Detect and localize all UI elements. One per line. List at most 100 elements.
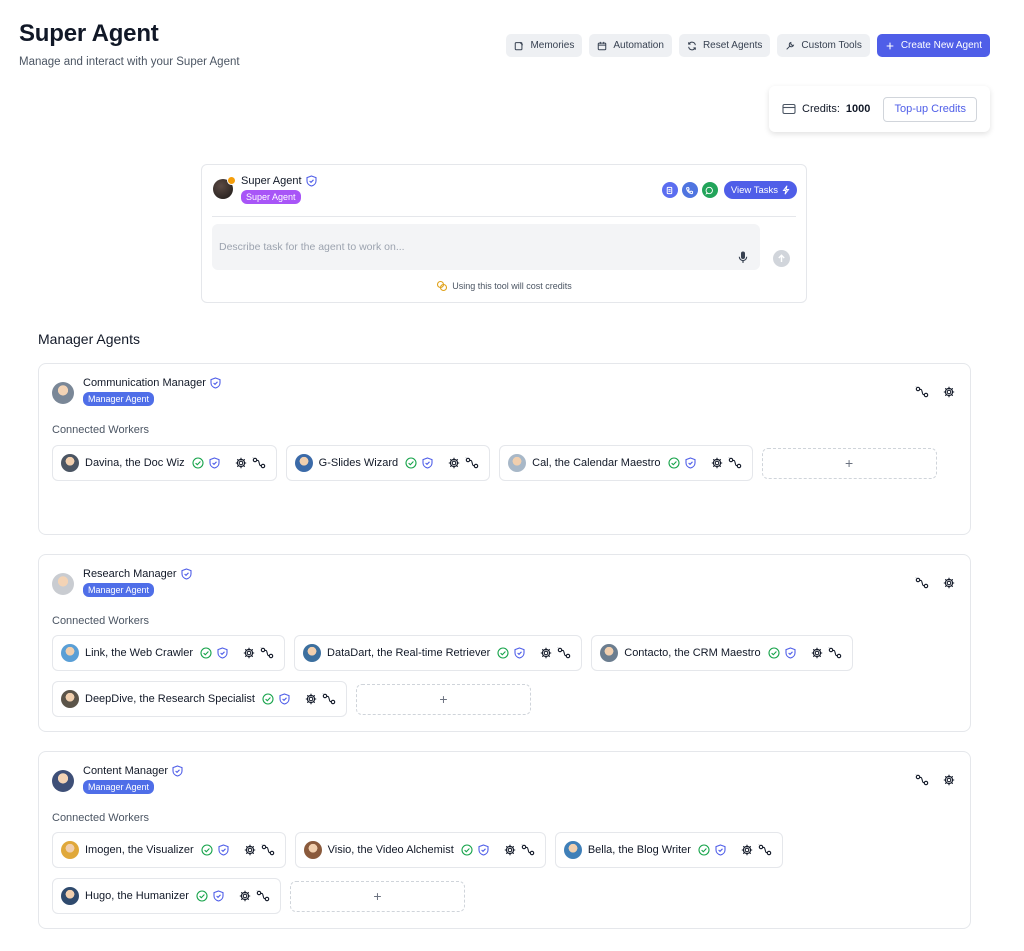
add-worker-button[interactable]: +	[761, 447, 937, 479]
status-check-icon	[667, 457, 680, 469]
workflow-icon[interactable]	[915, 577, 929, 589]
credits-value: 1000	[845, 103, 871, 115]
task-input[interactable]	[212, 224, 760, 270]
settings-gear-icon[interactable]	[305, 693, 317, 705]
lightning-icon	[782, 185, 790, 195]
worker-list: Davina, the Doc Wiz G-Slides Wizard Cal, t…	[52, 445, 957, 481]
worker-chip[interactable]: G-Slides Wizard	[285, 445, 491, 481]
worker-chip[interactable]: Contacto, the CRM Maestro	[591, 635, 853, 671]
manager-name-row: Communication Manager	[83, 377, 221, 389]
view-tasks-label: View Tasks	[730, 184, 778, 196]
arrow-up-icon	[778, 254, 785, 262]
settings-gear-icon[interactable]	[504, 844, 516, 856]
verified-shield-icon	[210, 377, 221, 389]
workflow-icon[interactable]	[915, 386, 929, 398]
workflow-icon[interactable]	[727, 457, 742, 469]
refresh-icon	[688, 41, 696, 50]
automation-button[interactable]: Automation	[589, 34, 672, 57]
reset-agents-label: Reset Agents	[702, 40, 763, 51]
status-check-icon	[405, 457, 417, 469]
workflow-icon[interactable]	[915, 774, 929, 786]
settings-gear-icon[interactable]	[811, 647, 823, 659]
reset-agents-button[interactable]: Reset Agents	[678, 34, 771, 57]
page-subtitle: Manage and interact with your Super Agen…	[19, 56, 240, 68]
settings-gear-icon[interactable]	[243, 647, 255, 659]
document-channel-icon[interactable]	[661, 182, 678, 198]
manager-name-row: Research Manager	[83, 568, 192, 580]
worker-chip[interactable]: Link, the Web Crawler	[52, 635, 286, 671]
settings-gear-icon[interactable]	[943, 774, 955, 786]
worker-name: Bella, the Blog Writer	[587, 844, 691, 856]
workflow-icon[interactable]	[252, 457, 266, 469]
workflow-icon[interactable]	[828, 647, 842, 659]
verified-shield-icon	[172, 765, 183, 777]
phone-channel-icon[interactable]	[681, 182, 698, 198]
whatsapp-icon[interactable]	[701, 182, 718, 198]
add-worker-button[interactable]: +	[289, 880, 465, 912]
worker-icons	[196, 890, 270, 902]
verified-shield-icon	[785, 647, 796, 659]
settings-gear-icon[interactable]	[239, 890, 251, 902]
add-worker-button[interactable]: +	[355, 683, 531, 715]
worker-avatar	[61, 454, 79, 472]
view-tasks-button[interactable]: View Tasks	[723, 181, 797, 199]
worker-icons	[461, 844, 535, 856]
status-check-icon	[262, 693, 274, 705]
settings-gear-icon[interactable]	[540, 647, 552, 659]
worker-chip[interactable]: Hugo, the Humanizer	[52, 878, 281, 914]
verified-shield-icon	[684, 457, 696, 469]
worker-name: Contacto, the CRM Maestro	[624, 647, 761, 659]
workflow-icon[interactable]	[758, 844, 772, 856]
settings-gear-icon[interactable]	[235, 457, 247, 469]
microphone-icon[interactable]	[738, 251, 748, 264]
super-agent-name: Super Agent	[241, 175, 302, 187]
manager-name-row: Content Manager	[83, 765, 183, 777]
worker-avatar	[61, 644, 79, 662]
settings-gear-icon[interactable]	[943, 577, 955, 589]
custom-tools-button[interactable]: Custom Tools	[777, 34, 870, 57]
workflow-icon[interactable]	[521, 844, 535, 856]
worker-avatar	[61, 887, 79, 905]
workflow-icon[interactable]	[260, 647, 274, 659]
worker-chip[interactable]: Imogen, the Visualizer	[52, 832, 286, 868]
workflow-icon[interactable]	[557, 647, 571, 659]
settings-gear-icon[interactable]	[741, 844, 753, 856]
send-button[interactable]	[773, 250, 790, 267]
manager-card: Communication Manager Manager Agent Connec…	[38, 363, 971, 535]
worker-icons	[262, 693, 336, 705]
credits-panel: Credits: 1000 Top-up Credits	[769, 86, 990, 132]
create-new-agent-button[interactable]: Create New Agent	[876, 34, 990, 57]
topup-credits-button[interactable]: Top-up Credits	[883, 96, 977, 122]
settings-gear-icon[interactable]	[943, 386, 955, 398]
worker-name: Imogen, the Visualizer	[85, 844, 194, 856]
worker-name: DataDart, the Real-time Retriever	[327, 647, 491, 659]
workflow-icon[interactable]	[322, 693, 336, 705]
settings-gear-icon[interactable]	[448, 457, 460, 469]
worker-chip[interactable]: Visio, the Video Alchemist	[294, 832, 546, 868]
worker-chip[interactable]: DataDart, the Real-time Retriever	[294, 635, 583, 671]
worker-chip[interactable]: DeepDive, the Research Specialist	[52, 681, 347, 717]
credits-label: Credits:	[802, 103, 840, 115]
worker-avatar	[508, 454, 527, 472]
memories-button[interactable]: Memories	[506, 34, 583, 57]
super-agent-header: Super Agent Super Agent	[213, 175, 317, 205]
worker-name: Visio, the Video Alchemist	[327, 844, 454, 856]
manager-tag: Manager Agent	[83, 392, 155, 406]
wallet-icon	[782, 103, 796, 115]
page-title: Super Agent	[19, 20, 159, 47]
worker-chip[interactable]: Bella, the Blog Writer	[554, 832, 783, 868]
workflow-icon[interactable]	[261, 844, 275, 856]
workflow-icon[interactable]	[256, 890, 270, 902]
settings-gear-icon[interactable]	[711, 457, 723, 469]
status-check-icon	[497, 647, 509, 659]
workflow-icon[interactable]	[465, 457, 479, 469]
worker-icons	[200, 647, 274, 659]
super-agent-tag: Super Agent	[241, 190, 301, 204]
worker-icons	[201, 844, 275, 856]
settings-gear-icon[interactable]	[244, 844, 256, 856]
worker-chip[interactable]: Cal, the Calendar Maestro	[499, 445, 753, 481]
worker-chip[interactable]: Davina, the Doc Wiz	[52, 445, 277, 481]
manager-avatar	[52, 770, 74, 792]
worker-icons	[405, 457, 479, 469]
status-check-icon	[196, 890, 208, 902]
